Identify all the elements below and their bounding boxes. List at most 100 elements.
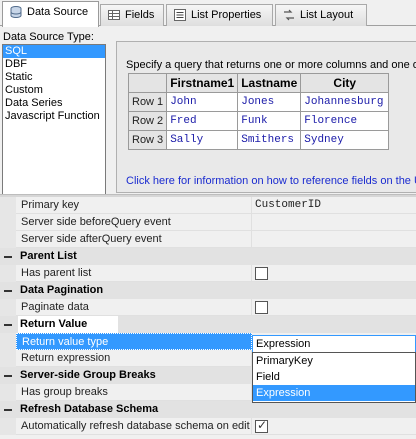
table-cell: Sydney bbox=[300, 130, 390, 150]
category-data-pagination[interactable]: Data Pagination bbox=[0, 282, 416, 299]
data-source-panel: Data Source Type: SQL DBF Static Custom … bbox=[0, 27, 416, 216]
table-cell: Sally bbox=[166, 130, 239, 150]
property-row-paginate-data[interactable]: Paginate data bbox=[0, 299, 416, 316]
list-item-dbf[interactable]: DBF bbox=[3, 58, 105, 71]
row-gutter bbox=[0, 316, 16, 333]
query-info-box: Specify a query that returns one or more… bbox=[116, 41, 416, 193]
has-parent-list-checkbox[interactable] bbox=[255, 267, 268, 280]
category-parent-list[interactable]: Parent List bbox=[0, 248, 416, 265]
table-cell: Florence bbox=[300, 111, 390, 131]
property-label: Paginate data bbox=[16, 299, 252, 316]
row-gutter bbox=[0, 265, 16, 282]
row-gutter bbox=[0, 418, 16, 435]
row-gutter bbox=[0, 282, 16, 299]
row-gutter bbox=[0, 384, 16, 401]
list-item-javascript-function[interactable]: Javascript Function bbox=[3, 110, 105, 123]
property-label: Server side afterQuery event bbox=[16, 231, 252, 248]
property-label: Primary key bbox=[16, 197, 252, 214]
paginate-data-checkbox[interactable] bbox=[255, 301, 268, 314]
row-gutter bbox=[0, 248, 16, 265]
row-header: Row 3 bbox=[127, 130, 168, 150]
tab-fields[interactable]: Fields bbox=[100, 4, 164, 26]
list-item-sql[interactable]: SQL bbox=[3, 45, 105, 58]
property-row-auto-refresh-schema[interactable]: Automatically refresh database schema on… bbox=[0, 418, 416, 435]
layout-icon bbox=[282, 8, 296, 22]
auto-refresh-schema-value: ✓ bbox=[252, 418, 416, 435]
tab-list-properties[interactable]: List Properties bbox=[166, 4, 273, 26]
query-instruction: Specify a query that returns one or more… bbox=[126, 59, 416, 71]
list-item-data-series[interactable]: Data Series bbox=[3, 97, 105, 110]
table-row: Row 3 Sally Smithers Sydney bbox=[127, 130, 390, 150]
row-header: Row 2 bbox=[127, 111, 168, 131]
row-gutter bbox=[0, 350, 16, 367]
tab-data-source-label: Data Source bbox=[27, 6, 89, 18]
category-label: Server-side Group Breaks bbox=[20, 369, 156, 381]
table-cell: Johannesburg bbox=[300, 92, 390, 112]
field-reference-help-link[interactable]: Click here for information on how to ref… bbox=[126, 175, 416, 187]
tab-bar: Data Source Fields List Properties List … bbox=[0, 0, 416, 27]
table-cell: Fred bbox=[166, 111, 239, 131]
property-label: Server side beforeQuery event bbox=[16, 214, 252, 231]
category-label: Parent List bbox=[20, 250, 77, 262]
collapse-icon[interactable] bbox=[4, 372, 12, 380]
collapse-icon[interactable] bbox=[4, 321, 12, 329]
table-header-row: Firstname1 Lastname City bbox=[127, 73, 390, 93]
row-gutter bbox=[0, 214, 16, 231]
checkmark-icon: ✓ bbox=[257, 418, 268, 432]
column-header-firstname: Firstname1 bbox=[166, 73, 239, 93]
category-label: Refresh Database Schema bbox=[20, 403, 159, 415]
row-gutter bbox=[0, 367, 16, 384]
property-label: Return value type bbox=[16, 333, 252, 350]
dropdown-option-expression[interactable]: Expression bbox=[253, 385, 415, 401]
property-grid: Primary key CustomerID Server side befor… bbox=[0, 197, 416, 439]
table-cell: Jones bbox=[237, 92, 302, 112]
list-item-static[interactable]: Static bbox=[3, 71, 105, 84]
tab-list-layout[interactable]: List Layout bbox=[275, 4, 367, 26]
data-source-type-label: Data Source Type: bbox=[3, 31, 94, 43]
paginate-data-value bbox=[252, 299, 416, 316]
table-corner bbox=[127, 73, 168, 93]
database-icon bbox=[9, 5, 23, 19]
return-value-type-dropdown[interactable]: PrimaryKey Field Expression bbox=[252, 352, 416, 403]
row-gutter bbox=[0, 197, 16, 214]
table-cell: Smithers bbox=[237, 130, 302, 150]
collapse-icon[interactable] bbox=[4, 253, 12, 261]
dropdown-option-field[interactable]: Field bbox=[253, 369, 415, 385]
row-gutter bbox=[0, 401, 16, 418]
tab-list-properties-label: List Properties bbox=[191, 9, 262, 21]
category-refresh-schema[interactable]: Refresh Database Schema bbox=[0, 401, 416, 418]
collapse-icon[interactable] bbox=[4, 406, 12, 414]
property-label: Has parent list bbox=[16, 265, 252, 282]
tab-list-layout-label: List Layout bbox=[300, 9, 354, 21]
sample-table: Firstname1 Lastname City Row 1 John Jone… bbox=[127, 73, 390, 150]
after-query-value[interactable] bbox=[252, 231, 416, 248]
column-header-city: City bbox=[300, 73, 390, 93]
primary-key-value[interactable]: CustomerID bbox=[252, 197, 416, 214]
properties-icon bbox=[173, 8, 187, 22]
auto-refresh-schema-checkbox[interactable]: ✓ bbox=[255, 418, 268, 433]
property-row-before-query[interactable]: Server side beforeQuery event bbox=[0, 214, 416, 231]
property-label: Has group breaks bbox=[16, 384, 252, 401]
category-label: Return Value bbox=[18, 316, 118, 333]
property-label: Automatically refresh database schema on… bbox=[16, 418, 252, 435]
before-query-value[interactable] bbox=[252, 214, 416, 231]
property-label: Return expression bbox=[16, 350, 252, 367]
collapse-icon[interactable] bbox=[4, 287, 12, 295]
has-parent-list-value bbox=[252, 265, 416, 282]
fields-icon bbox=[107, 8, 121, 22]
row-gutter bbox=[0, 231, 16, 248]
column-header-lastname: Lastname bbox=[237, 73, 302, 93]
tab-data-source[interactable]: Data Source bbox=[2, 1, 99, 27]
return-value-type-combo[interactable]: Expression bbox=[252, 335, 416, 353]
category-return-value[interactable]: Return Value bbox=[0, 316, 416, 333]
property-row-primary-key[interactable]: Primary key CustomerID bbox=[0, 197, 416, 214]
table-row: Row 2 Fred Funk Florence bbox=[127, 111, 390, 131]
dropdown-option-primarykey[interactable]: PrimaryKey bbox=[253, 353, 415, 369]
list-item-custom[interactable]: Custom bbox=[3, 84, 105, 97]
row-gutter bbox=[0, 299, 16, 316]
table-row: Row 1 John Jones Johannesburg bbox=[127, 92, 390, 112]
category-label: Data Pagination bbox=[20, 284, 104, 296]
property-row-has-parent-list[interactable]: Has parent list bbox=[0, 265, 416, 282]
data-source-type-list[interactable]: SQL DBF Static Custom Data Series Javasc… bbox=[2, 44, 106, 216]
property-row-after-query[interactable]: Server side afterQuery event bbox=[0, 231, 416, 248]
